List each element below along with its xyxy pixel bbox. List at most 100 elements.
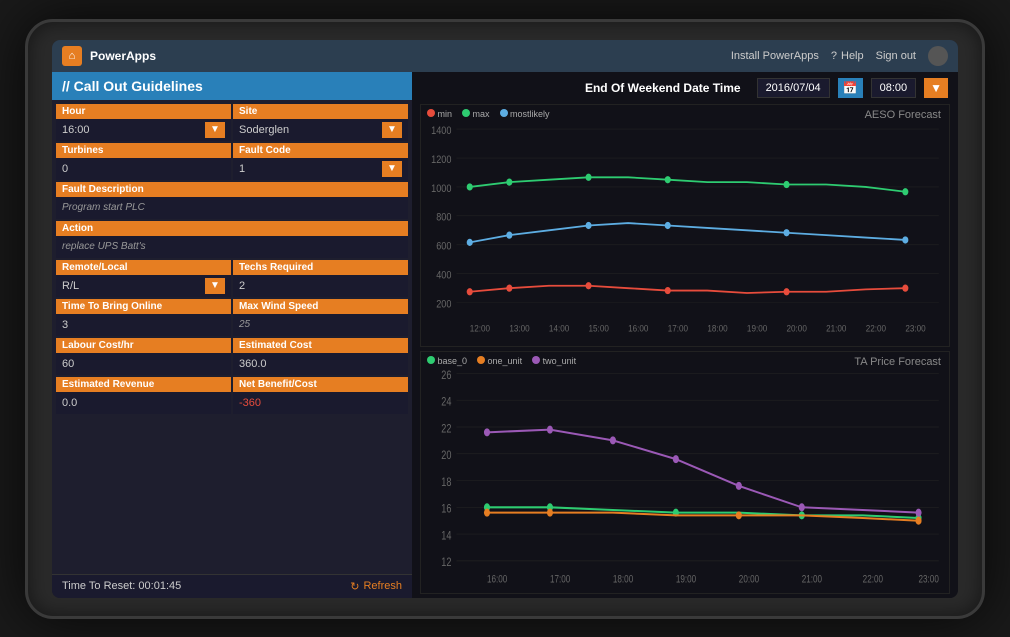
user-avatar — [928, 46, 948, 66]
right-panel: End Of Weekend Date Time 2016/07/04 📅 08… — [412, 72, 958, 598]
svg-text:23:00: 23:00 — [919, 573, 939, 585]
svg-text:21:00: 21:00 — [802, 573, 822, 585]
home-icon[interactable]: ⌂ — [62, 46, 82, 66]
time-bring-online-input[interactable]: 3 — [56, 314, 231, 336]
svg-text:400: 400 — [436, 269, 452, 281]
aeso-forecast-chart: min max mostlikely AESO Forecast — [420, 104, 950, 347]
labour-cost-input[interactable]: 60 — [56, 353, 231, 375]
svg-text:23:00: 23:00 — [905, 322, 925, 333]
turbines-input[interactable]: 0 — [56, 158, 231, 180]
time-dropdown-arrow[interactable]: ▼ — [924, 78, 948, 98]
turbines-faultcode-row: Turbines 0 Fault Code 1 ▼ — [56, 143, 408, 180]
install-powerapps-button[interactable]: Install PowerApps — [731, 50, 819, 62]
calendar-icon[interactable]: 📅 — [838, 78, 863, 98]
max-wind-input[interactable]: 25 — [233, 314, 408, 336]
chart2-legend: base_0 one_unit two_unit — [427, 356, 576, 366]
net-benefit-field: Net Benefit/Cost -360 — [233, 377, 408, 414]
fault-desc-label: Fault Description — [56, 182, 408, 197]
remote-local-field: Remote/Local R/L ▼ — [56, 260, 231, 297]
svg-text:15:00: 15:00 — [589, 322, 609, 333]
action-input[interactable]: replace UPS Batt's — [56, 236, 408, 258]
site-dropdown[interactable]: Soderglen ▼ — [233, 119, 408, 141]
hour-dropdown[interactable]: 16:00 ▼ — [56, 119, 231, 141]
svg-text:24: 24 — [441, 395, 451, 409]
svg-text:1000: 1000 — [431, 183, 452, 195]
svg-text:200: 200 — [436, 298, 452, 310]
action-label: Action — [56, 221, 408, 236]
fault-code-dropdown[interactable]: 1 ▼ — [233, 158, 408, 180]
max-wind-label: Max Wind Speed — [233, 299, 408, 314]
estimated-cost-input[interactable]: 360.0 — [233, 353, 408, 375]
screen: ⌂ PowerApps Install PowerApps ? Help Sig… — [52, 40, 958, 598]
hour-site-row: Hour 16:00 ▼ Site Soderglen ▼ — [56, 104, 408, 141]
time-reset-bar: Time To Reset: 00:01:45 ↻ Refresh — [52, 574, 412, 598]
action-row: Action replace UPS Batt's — [56, 221, 408, 258]
site-dropdown-arrow[interactable]: ▼ — [382, 122, 402, 138]
chart2-title: TA Price Forecast — [854, 356, 941, 368]
help-button[interactable]: ? Help — [831, 50, 864, 62]
remote-local-dropdown[interactable]: R/L ▼ — [56, 275, 231, 297]
svg-text:17:00: 17:00 — [668, 322, 688, 333]
svg-text:800: 800 — [436, 212, 452, 224]
labour-cost-label: Labour Cost/hr — [56, 338, 231, 353]
estimated-cost-field: Estimated Cost 360.0 — [233, 338, 408, 375]
date-input[interactable]: 2016/07/04 — [757, 78, 830, 98]
estimated-revenue-label: Estimated Revenue — [56, 377, 231, 392]
refresh-button[interactable]: ↻ Refresh — [350, 580, 402, 593]
chart1-svg: 1400 1200 1000 800 600 400 200 12:00 13:… — [421, 105, 949, 346]
svg-text:26: 26 — [441, 368, 451, 382]
svg-text:16: 16 — [441, 502, 451, 516]
techs-required-field: Techs Required 2 — [233, 260, 408, 297]
svg-text:18: 18 — [441, 475, 451, 489]
net-benefit-label: Net Benefit/Cost — [233, 377, 408, 392]
techs-required-value: 2 — [239, 280, 245, 292]
site-value: Soderglen — [239, 124, 289, 136]
time-bring-online-value: 3 — [62, 319, 68, 331]
max-wind-value: 25 — [239, 319, 250, 330]
estimated-cost-label: Estimated Cost — [233, 338, 408, 353]
net-benefit-input[interactable]: -360 — [233, 392, 408, 414]
hour-label: Hour — [56, 104, 231, 119]
time-input-field[interactable]: 08:00 — [871, 78, 917, 98]
form-area: Hour 16:00 ▼ Site Soderglen ▼ — [52, 100, 412, 574]
legend-max: max — [462, 109, 490, 119]
top-bar-left: ⌂ PowerApps — [62, 46, 156, 66]
legend-two-unit: two_unit — [532, 356, 576, 366]
labour-est-row: Labour Cost/hr 60 Estimated Cost 360.0 — [56, 338, 408, 375]
estimated-revenue-input[interactable]: 0.0 — [56, 392, 231, 414]
svg-text:16:00: 16:00 — [487, 573, 507, 585]
labour-cost-value: 60 — [62, 358, 74, 370]
legend-min: min — [427, 109, 452, 119]
device-frame: ⌂ PowerApps Install PowerApps ? Help Sig… — [25, 19, 985, 619]
techs-required-label: Techs Required — [233, 260, 408, 275]
date-value: 2016/07/04 — [766, 82, 821, 94]
question-icon: ? — [831, 50, 837, 62]
fault-desc-row: Fault Description Program start PLC — [56, 182, 408, 219]
fault-code-dropdown-arrow[interactable]: ▼ — [382, 161, 402, 177]
svg-text:17:00: 17:00 — [550, 573, 570, 585]
remote-local-dropdown-arrow[interactable]: ▼ — [205, 278, 225, 294]
labour-cost-field: Labour Cost/hr 60 — [56, 338, 231, 375]
fault-desc-input[interactable]: Program start PLC — [56, 197, 408, 219]
hour-dropdown-arrow[interactable]: ▼ — [205, 122, 225, 138]
svg-text:600: 600 — [436, 240, 452, 252]
chart1-title: AESO Forecast — [865, 109, 941, 121]
turbines-label: Turbines — [56, 143, 231, 158]
time-bring-online-label: Time To Bring Online — [56, 299, 231, 314]
signout-button[interactable]: Sign out — [876, 50, 916, 62]
svg-text:18:00: 18:00 — [707, 322, 727, 333]
svg-text:14: 14 — [441, 529, 451, 543]
hour-field: Hour 16:00 ▼ — [56, 104, 231, 141]
hour-value: 16:00 — [62, 124, 90, 136]
svg-text:1400: 1400 — [431, 125, 452, 137]
turbines-value: 0 — [62, 163, 68, 175]
svg-text:12: 12 — [441, 556, 451, 570]
legend-mostlikely: mostlikely — [500, 109, 550, 119]
panel-title: // Call Out Guidelines — [52, 72, 412, 100]
svg-text:22: 22 — [441, 422, 451, 436]
techs-required-input[interactable]: 2 — [233, 275, 408, 297]
svg-text:21:00: 21:00 — [826, 322, 846, 333]
left-panel: // Call Out Guidelines Hour 16:00 ▼ Si — [52, 72, 412, 598]
svg-text:19:00: 19:00 — [747, 322, 767, 333]
svg-text:14:00: 14:00 — [549, 322, 569, 333]
